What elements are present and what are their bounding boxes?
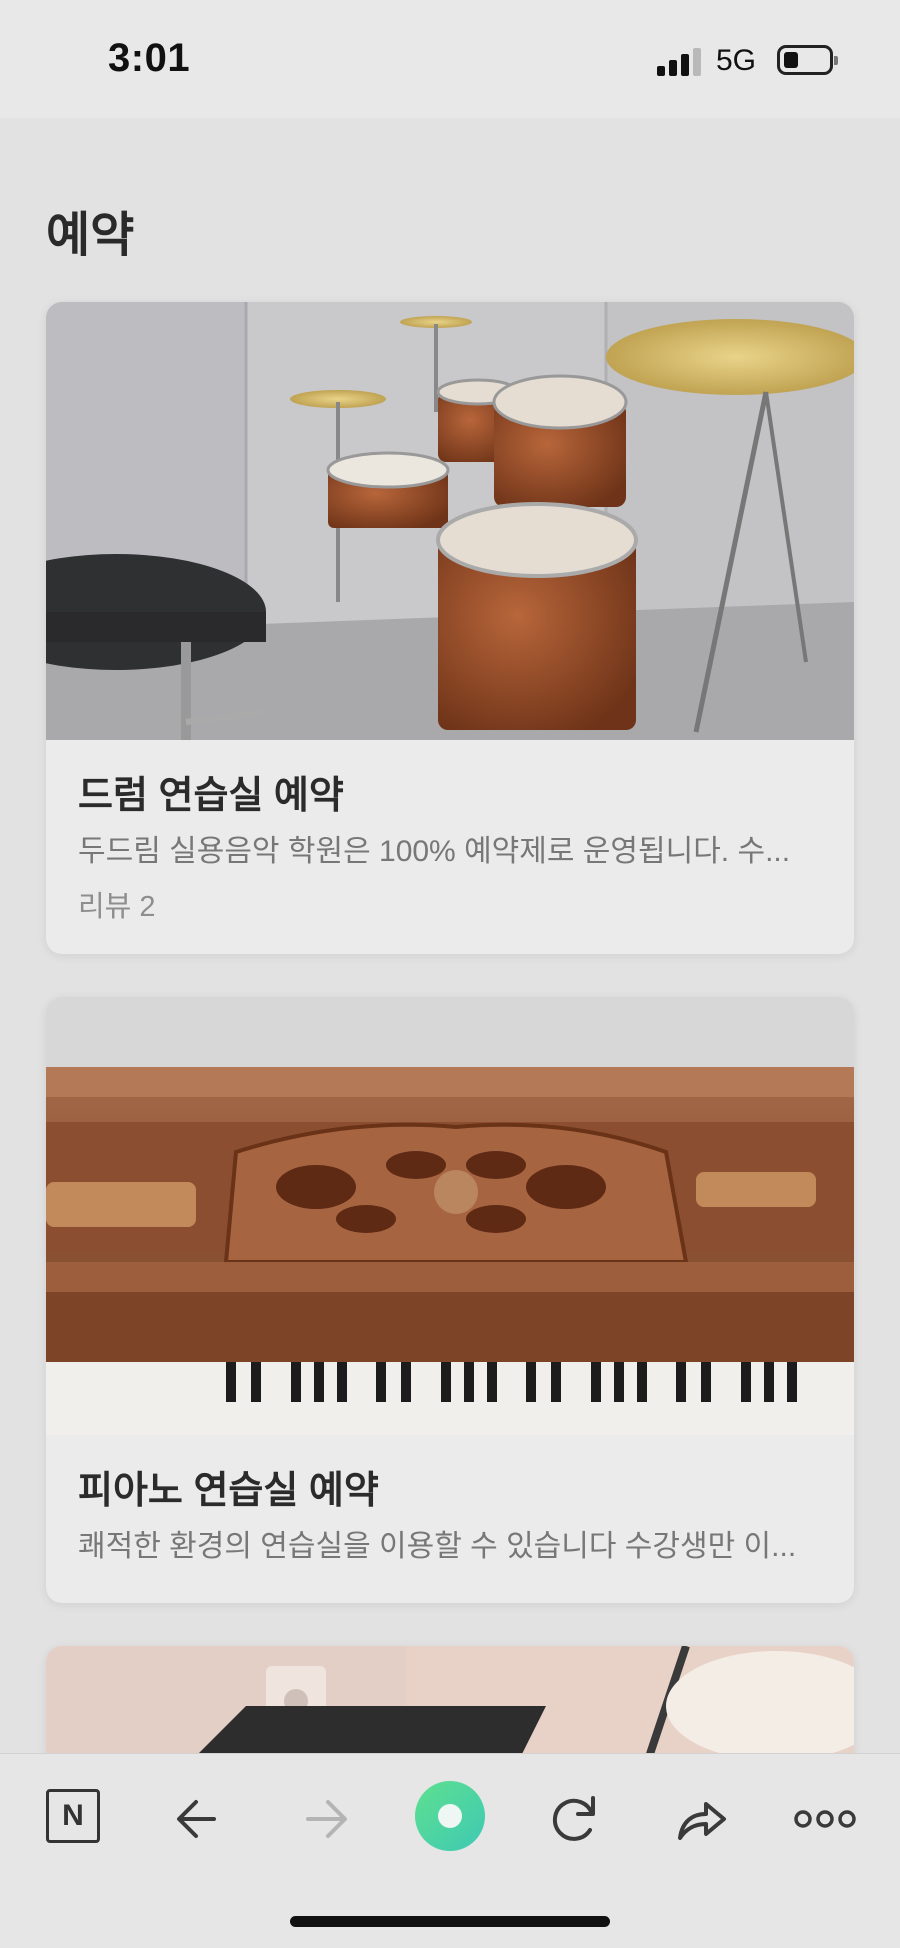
- signal-icon: [657, 46, 703, 76]
- piano-room-card[interactable]: 피아노 연습실 예약 쾌적한 환경의 연습실을 이용할 수 있습니다 수강생만 …: [46, 997, 854, 1603]
- green-circle-icon[interactable]: [415, 1781, 485, 1851]
- page-title: 예약: [46, 209, 135, 262]
- share-icon[interactable]: [666, 1784, 736, 1854]
- status-time: 3:01: [108, 36, 191, 80]
- practice-room-card[interactable]: [46, 1646, 854, 1766]
- card-title: 피아노 연습실 예약: [78, 1470, 379, 1512]
- battery-icon: [777, 45, 838, 75]
- status-bar: 3:01 5G: [0, 0, 900, 118]
- forward-arrow-icon[interactable]: [290, 1784, 360, 1854]
- card-body: 드럼 연습실 예약 두드림 실용음악 학원은 100% 예약제로 운영됩니다. …: [46, 740, 854, 925]
- more-icon[interactable]: [790, 1784, 860, 1854]
- card-description: 쾌적한 환경의 연습실을 이용할 수 있습니다 수강생만 이...: [78, 1529, 797, 1563]
- drum-room-card[interactable]: 드럼 연습실 예약 두드림 실용음악 학원은 100% 예약제로 운영됩니다. …: [46, 302, 854, 954]
- card-description: 두드림 실용음악 학원은 100% 예약제로 운영됩니다. 수...: [78, 834, 791, 868]
- card-title: 드럼 연습실 예약: [78, 775, 344, 817]
- back-arrow-icon[interactable]: [164, 1784, 234, 1854]
- naver-n-icon[interactable]: N: [46, 1789, 100, 1843]
- upright-piano-photo: [46, 997, 854, 1435]
- drum-kit-photo: [46, 302, 854, 740]
- card-body: 피아노 연습실 예약 쾌적한 환경의 연습실을 이용할 수 있습니다 수강생만 …: [46, 1435, 854, 1566]
- home-indicator: [290, 1916, 610, 1927]
- refresh-icon[interactable]: [540, 1784, 610, 1854]
- practice-room-photo: [46, 1646, 854, 1766]
- network-label: 5G: [716, 44, 757, 77]
- review-count: 리뷰 2: [78, 890, 156, 923]
